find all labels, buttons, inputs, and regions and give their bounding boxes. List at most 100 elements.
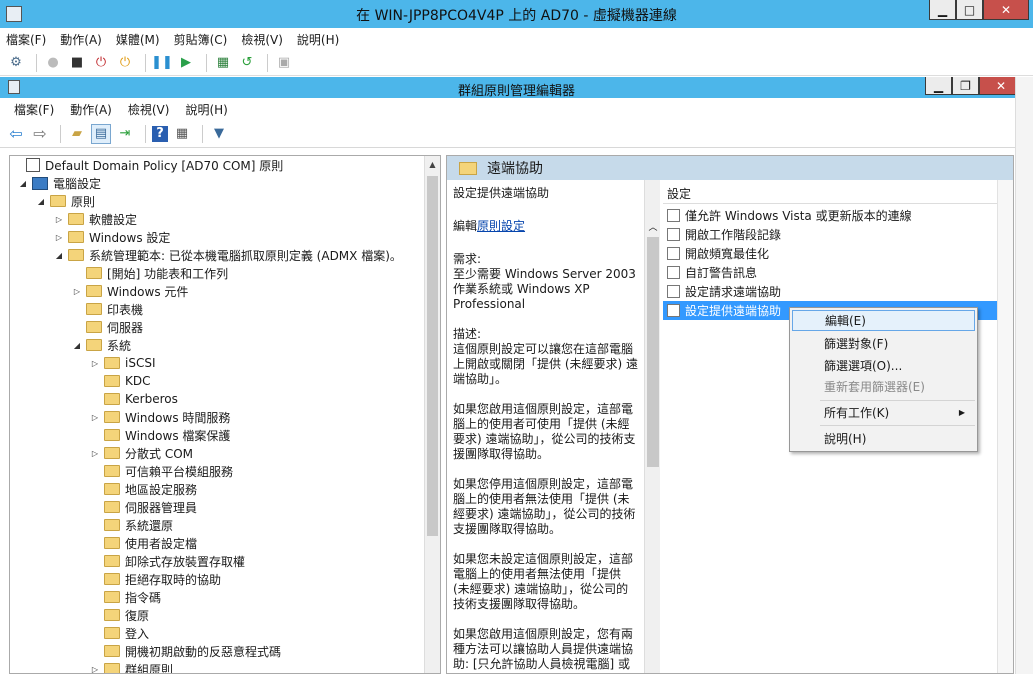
collapsed-arrow-icon[interactable]: ▷ — [90, 413, 100, 422]
gpme-minimize-button[interactable]: ▁ — [925, 77, 952, 95]
tree-item-server-manager[interactable]: 伺服器管理員 — [10, 498, 426, 516]
list-item[interactable]: 僅允許 Windows Vista 或更新版本的連線 — [663, 206, 999, 225]
tree-scrollbar[interactable]: ▲ — [424, 156, 440, 673]
ctx-filter-target[interactable]: 篩選對象(F) — [792, 333, 975, 354]
list-item[interactable]: 開啟工作階段記錄 — [663, 225, 999, 244]
ctx-filter-options[interactable]: 篩選選項(O)... — [792, 355, 975, 376]
tree-item-dcom[interactable]: ▷ 分散式 COM — [10, 444, 426, 462]
close-button[interactable]: ✕ — [983, 0, 1029, 20]
tree-item-policy-root[interactable]: Default Domain Policy [AD70 COM] 原則 — [10, 156, 426, 174]
tree-item-windows-components[interactable]: ▷ Windows 元件 — [10, 282, 426, 300]
tree-item-group-policy[interactable]: ▷ 群組原則 — [10, 660, 426, 674]
scroll-up-icon[interactable]: ︿ — [645, 218, 661, 234]
menu-help[interactable]: 說明(H) — [297, 31, 339, 48]
export-list-icon[interactable]: ⇥ — [115, 124, 135, 144]
tree-item-printers[interactable]: 印表機 — [10, 300, 426, 318]
up-folder-icon[interactable]: ▰ — [67, 124, 87, 144]
menu-action[interactable]: 動作(A) — [60, 31, 102, 48]
tree-item-tpm[interactable]: 可信賴平台模組服務 — [10, 462, 426, 480]
gp-menu-file[interactable]: 檔案(F) — [14, 101, 54, 118]
column-header-setting[interactable]: 設定 — [663, 184, 999, 204]
filter-icon[interactable]: ▼ — [209, 124, 229, 144]
edit-policy-link[interactable]: 原則設定 — [477, 219, 525, 233]
folder-icon — [68, 231, 84, 243]
vm-scrollbar[interactable] — [1015, 77, 1033, 674]
properties-icon[interactable]: ▦ — [172, 124, 192, 144]
maximize-button[interactable]: □ — [956, 0, 983, 20]
description-scrollbar[interactable]: ︿ — [644, 180, 661, 673]
start-icon[interactable]: ● — [43, 53, 63, 73]
help-icon[interactable]: ? — [152, 125, 168, 142]
tree-item-admin-templates[interactable]: ◢ 系統管理範本: 已從本機電腦抓取原則定義 (ADMX 檔案)。 — [10, 246, 426, 264]
extended-description: 設定提供遠端協助 編輯原則設定 需求: 至少需要 Windows Server … — [453, 186, 638, 673]
tree-item-system-restore[interactable]: 系統還原 — [10, 516, 426, 534]
expanded-arrow-icon[interactable]: ◢ — [72, 341, 82, 350]
tree-item-early-launch[interactable]: 開機初期啟動的反惡意程式碼 — [10, 642, 426, 660]
expanded-arrow-icon[interactable]: ◢ — [36, 197, 46, 206]
tree-item-policies[interactable]: ◢ 原則 — [10, 192, 426, 210]
pause-icon[interactable]: ❚❚ — [151, 53, 173, 73]
tree-item-user-profiles[interactable]: 使用者設定檔 — [10, 534, 426, 552]
tree-item-logon[interactable]: 登入 — [10, 624, 426, 642]
list-scrollbar[interactable] — [997, 180, 1013, 673]
ctx-edit[interactable]: 編輯(E) — [792, 310, 975, 331]
list-item[interactable]: 開啟頻寬最佳化 — [663, 244, 999, 263]
collapsed-arrow-icon[interactable]: ▷ — [54, 233, 64, 242]
tree-item-iscsi[interactable]: ▷ iSCSI — [10, 354, 426, 372]
list-item[interactable]: 自訂警告訊息 — [663, 263, 999, 282]
tree-item-server[interactable]: 伺服器 — [10, 318, 426, 336]
menu-file[interactable]: 檔案(F) — [6, 31, 46, 48]
tree-item-windows-settings[interactable]: ▷ Windows 設定 — [10, 228, 426, 246]
ctx-reapply-filter[interactable]: 重新套用篩選器(E) — [792, 376, 975, 397]
gpme-restore-button[interactable]: ❐ — [952, 77, 979, 95]
collapsed-arrow-icon[interactable]: ▷ — [90, 665, 100, 674]
ctrl-alt-del-icon[interactable]: ⚙ — [6, 53, 26, 73]
resume-icon[interactable]: ▶ — [176, 53, 196, 73]
scroll-thumb[interactable] — [427, 176, 438, 536]
tree-item-recovery[interactable]: 復原 — [10, 606, 426, 624]
tree-item-scripts[interactable]: 指令碼 — [10, 588, 426, 606]
enhanced-session-icon[interactable]: ▣ — [274, 53, 294, 73]
tree-label: Windows 設定 — [89, 230, 171, 245]
tree-item-software-settings[interactable]: ▷ 軟體設定 — [10, 210, 426, 228]
tree-item-file-protection[interactable]: Windows 檔案保護 — [10, 426, 426, 444]
ctx-all-tasks[interactable]: 所有工作(K) ▶ — [792, 402, 975, 423]
tree-item-kdc[interactable]: KDC — [10, 372, 426, 390]
folder-icon — [86, 339, 102, 351]
tree-item-locale[interactable]: 地區設定服務 — [10, 480, 426, 498]
tree-item-kerberos[interactable]: Kerberos — [10, 390, 426, 408]
tree-item-removable-storage[interactable]: 卸除式存放裝置存取權 — [10, 552, 426, 570]
collapsed-arrow-icon[interactable]: ▷ — [54, 215, 64, 224]
show-hide-tree-icon[interactable]: ▤ — [91, 123, 111, 144]
tree-item-system[interactable]: ◢ 系統 — [10, 336, 426, 354]
back-icon[interactable]: ⇦ — [6, 124, 26, 144]
save-state-icon[interactable]: ⏻ — [115, 53, 135, 73]
gp-menu-help[interactable]: 說明(H) — [185, 101, 227, 118]
tree-label: Kerberos — [125, 392, 178, 406]
collapsed-arrow-icon[interactable]: ▷ — [72, 287, 82, 296]
turn-off-icon[interactable]: ■ — [67, 53, 87, 73]
tree-item-computer-config[interactable]: ◢ 電腦設定 — [10, 174, 426, 192]
revert-icon[interactable]: ↺ — [237, 53, 257, 73]
scroll-up-icon[interactable]: ▲ — [425, 156, 440, 172]
collapsed-arrow-icon[interactable]: ▷ — [90, 359, 100, 368]
folder-icon — [104, 627, 120, 639]
shutdown-icon[interactable]: ⏻ — [91, 53, 111, 73]
ctx-help[interactable]: 說明(H) — [792, 428, 975, 449]
scroll-thumb[interactable] — [647, 237, 659, 467]
menu-clipboard[interactable]: 剪貼簿(C) — [174, 31, 228, 48]
menu-media[interactable]: 媒體(M) — [116, 31, 160, 48]
expanded-arrow-icon[interactable]: ◢ — [18, 179, 28, 188]
tree-item-access-denied[interactable]: 拒絕存取時的協助 — [10, 570, 426, 588]
minimize-button[interactable]: ▁ — [929, 0, 956, 20]
tree-item-time-service[interactable]: ▷ Windows 時間服務 — [10, 408, 426, 426]
tree-item-start-menu[interactable]: [開始] 功能表和工作列 — [10, 264, 426, 282]
gp-menu-action[interactable]: 動作(A) — [70, 101, 112, 118]
forward-icon[interactable]: ⇨ — [30, 124, 50, 144]
expanded-arrow-icon[interactable]: ◢ — [54, 251, 64, 260]
checkpoint-icon[interactable]: ▦ — [213, 53, 233, 73]
list-item[interactable]: 設定請求遠端協助 — [663, 282, 999, 301]
collapsed-arrow-icon[interactable]: ▷ — [90, 449, 100, 458]
gp-menu-view[interactable]: 檢視(V) — [128, 101, 170, 118]
menu-view[interactable]: 檢視(V) — [241, 31, 283, 48]
